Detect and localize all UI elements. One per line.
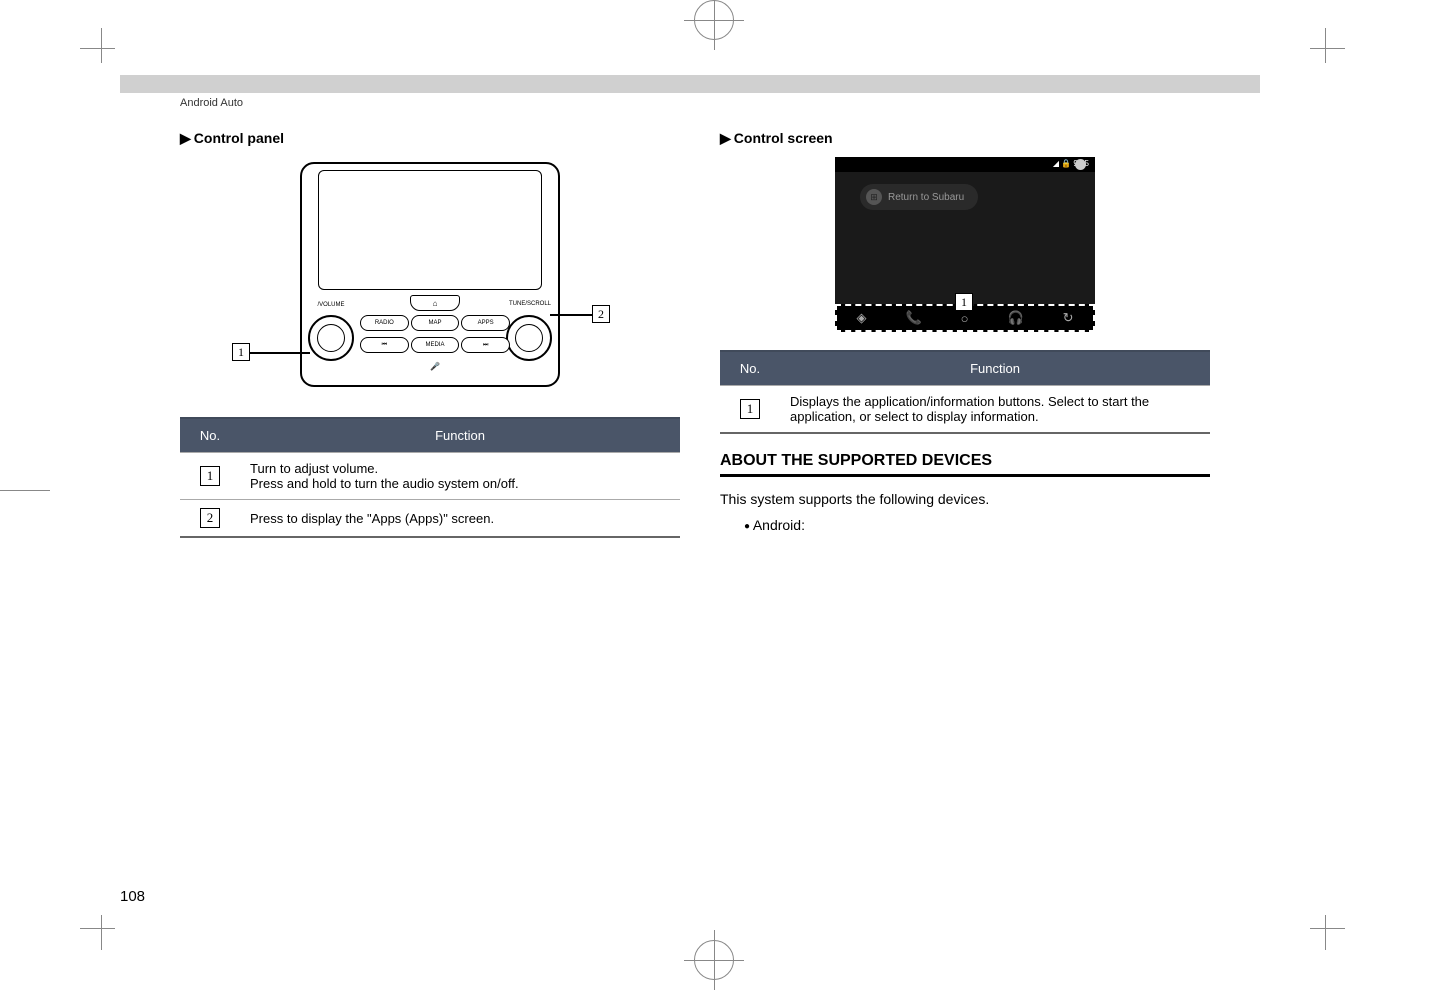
- mic-icon: 🎤: [430, 362, 440, 372]
- header-bar: [120, 75, 1260, 93]
- control-panel-table: No. Function 1 Turn to adjust volume. Pr…: [180, 417, 680, 538]
- callout-1: 1: [955, 293, 973, 311]
- control-screen-diagram: ◢ 🔒 9:35 ⊞ Return to Subaru ◈ 📞 ○ 🎧 ↻ 1: [835, 157, 1095, 332]
- page-number: 108: [120, 888, 145, 905]
- table-header-function: Function: [780, 351, 1210, 386]
- volume-label: /VOLUME: [310, 302, 352, 308]
- table-header-no: No.: [180, 418, 240, 453]
- row-number: 1: [200, 466, 220, 486]
- return-chip: ⊞ Return to Subaru: [860, 184, 978, 210]
- control-screen-table: No. Function 1 Displays the application/…: [720, 350, 1210, 434]
- status-bar: ◢ 🔒 9:35: [835, 157, 1095, 172]
- map-button: MAP: [411, 315, 460, 331]
- table-row: 1 Turn to adjust volume. Press and hold …: [180, 453, 680, 500]
- tune-label: TUNE/SCROLL: [508, 301, 552, 307]
- row-description: Displays the application/information but…: [780, 386, 1210, 434]
- heading-supported-devices: ABOUT THE SUPPORTED DEVICES: [720, 452, 1210, 477]
- row-description: Press to display the "Apps (Apps)" scree…: [240, 500, 680, 538]
- table-row: 1 Displays the application/information b…: [720, 386, 1210, 434]
- row-number: 2: [200, 508, 220, 528]
- control-panel-diagram: /VOLUME TUNE/SCROLL ⌂ RADIO MAP APPS ⏮ M…: [290, 157, 570, 397]
- media-button: MEDIA: [411, 337, 460, 353]
- row-description: Turn to adjust volume. Press and hold to…: [240, 453, 680, 500]
- devices-intro: This system supports the following devic…: [720, 491, 1210, 507]
- recent-icon: ↻: [1063, 310, 1074, 326]
- row-number: 1: [740, 399, 760, 419]
- section-title-control-panel: ▶Control panel: [180, 130, 680, 147]
- tune-knob: [506, 315, 552, 361]
- prev-button: ⏮: [360, 337, 409, 353]
- breadcrumb: Android Auto: [180, 97, 243, 109]
- table-header-function: Function: [240, 418, 680, 453]
- mic-icon: [1075, 159, 1086, 170]
- table-header-no: No.: [720, 351, 780, 386]
- radio-button: RADIO: [360, 315, 409, 331]
- headphones-icon: 🎧: [1007, 310, 1023, 326]
- triangle-icon: ▶: [720, 130, 731, 146]
- section-title-control-screen: ▶Control screen: [720, 130, 1210, 147]
- triangle-icon: ▶: [180, 130, 191, 146]
- home-icon: ○: [961, 311, 969, 326]
- volume-knob: [308, 315, 354, 361]
- phone-icon: 📞: [905, 310, 921, 326]
- callout-1: 1: [232, 343, 250, 361]
- bullet-android: Android:: [744, 517, 1210, 533]
- maps-icon: ◈: [856, 310, 866, 326]
- apps-button: APPS: [461, 315, 510, 331]
- callout-2: 2: [592, 305, 610, 323]
- next-button: ⏭: [461, 337, 510, 353]
- grid-icon: ⊞: [866, 189, 882, 205]
- table-row: 2 Press to display the "Apps (Apps)" scr…: [180, 500, 680, 538]
- home-button-icon: ⌂: [410, 295, 460, 311]
